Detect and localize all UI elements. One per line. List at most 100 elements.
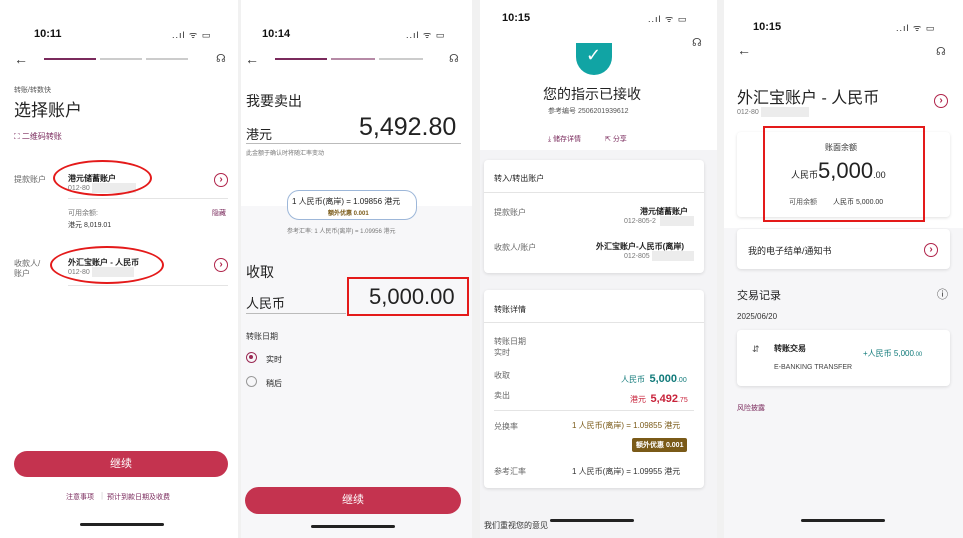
from-account-number: 012-805-2 [624,218,656,225]
sell-amount-input[interactable]: 5,492.80 [359,113,456,142]
success-title: 您的指示已接收 [543,86,641,102]
home-indicator [311,525,395,528]
record-title: 转账交易 [774,344,806,353]
account-title: 外汇宝账户 - 人民币 [737,90,880,107]
rate-value: 1 人民币(离岸) = 1.09855 港元 [572,421,681,430]
details-header: 转账详情 [494,305,526,314]
transfer-icon: ⇵ [752,344,760,354]
payee-account-number: 012-805 [624,253,650,260]
hide-balance-link[interactable]: 隐藏 [212,208,226,218]
chevron-right-icon[interactable]: › [934,94,948,108]
receive-title: 收取 [246,264,274,280]
radio-now[interactable] [246,352,257,363]
progress-step-active [275,58,327,60]
screen-confirmation: 10:15 ..ıl ᯤ ▭ ☊ ✓ 您的指示已接收 参考编号 25062019… [480,0,717,538]
headset-icon[interactable]: ☊ [216,52,226,65]
progress-step [379,58,423,60]
record-amount-decimal: .00 [913,352,923,358]
progress-step-active [331,58,375,60]
rate-promo-badge: 额外优惠 0.001 [632,438,688,452]
save-details-label: 储存详情 [553,136,582,143]
breadcrumb: 转账/转数快 [14,87,51,94]
status-icons: ..ıl ᯤ ▭ [406,30,446,40]
sell-note: 此金额于确认时将随汇率变动 [246,151,325,157]
radio-later[interactable] [246,376,257,387]
headset-icon[interactable]: ☊ [692,36,702,49]
risk-disclosure-link[interactable]: 风险披露 [737,403,765,413]
sell-currency: 港元 [630,395,646,404]
transfer-date-label: 转账日期 [246,332,278,341]
qr-icon: ⛶ [14,132,22,141]
progress-step-active [44,58,96,60]
divider [68,285,228,286]
payee-label: 收款人/账户 [494,243,537,252]
home-indicator [550,519,634,522]
status-time: 10:11 [34,28,62,40]
chevron-right-icon[interactable]: › [924,243,938,257]
sell-decimal: .75 [677,397,688,404]
annotation-circle [50,246,164,284]
record-description: E-BANKING TRANSFER [774,364,853,371]
separator [472,0,480,538]
masked-number [660,216,694,226]
rate-text: 1 人民币(离岸) = 1.09856 港元 [292,197,401,206]
receive-decimal: .00 [676,377,687,384]
status-time: 10:14 [262,28,291,40]
statements-link[interactable]: 我的电子结单/通知书 [748,244,832,257]
back-arrow-icon[interactable]: ← [14,51,28,67]
divider [68,198,228,199]
record-date: 2025/06/20 [737,312,778,321]
ref-rate-label: 参考汇率 [494,467,526,476]
divider [494,410,694,411]
status-icons: ..ıl ᯤ ▭ [896,23,936,33]
masked-number [652,251,694,261]
share-link[interactable]: ⇱ 分享 [605,134,627,144]
option-now-label: 实时 [266,355,282,364]
annotation-box [347,277,469,316]
screen-amount: 10:14 ..ıl ᯤ ▭ ← ☊ 我要卖出 港元 5,492.80 此金额于… [241,0,472,538]
fees-link[interactable]: 预计到款日期及收费 [107,492,170,502]
from-label: 提款账户 [494,208,526,217]
notes-link[interactable]: 注意事项 [66,492,94,502]
continue-button[interactable]: 继续 [14,451,228,477]
rate-label: 兑换率 [494,422,518,431]
reference-rate: 参考汇率: 1 人民币(离岸) = 1.09956 港元 [287,229,396,235]
record-amount-value: +人民币 5,000 [863,349,914,358]
sell-currency[interactable]: 港元 [246,124,272,143]
status-icons: ..ıl ᯤ ▭ [172,30,212,40]
back-arrow-icon[interactable]: ← [737,42,751,58]
headset-icon[interactable]: ☊ [449,52,459,65]
receive-currency[interactable]: 人民币 [246,293,285,312]
home-indicator [801,519,885,522]
info-icon[interactable]: ⓘ [937,286,948,302]
progress-step [146,58,188,60]
from-account-label: 提款账户 [14,175,46,184]
save-details-link[interactable]: ⤓ 储存详情 [548,134,581,144]
progress-step [100,58,142,60]
sell-label: 卖出 [494,391,510,400]
transfer-date-label: 转账日期 [494,337,526,346]
payee-label-line2: 账户 [14,269,30,278]
receive-amount: 人民币 5,000.00 [621,369,687,387]
continue-button[interactable]: 继续 [245,487,461,514]
screen-select-account: 10:11 ..ıl ᯤ ▭ ← ☊ 转账/转数快 选择账户 ⛶ 二维码转账 提… [0,0,238,538]
annotation-circle [53,160,152,196]
ref-rate-value: 1 人民币(离岸) = 1.09955 港元 [572,467,681,476]
account-number: 012-80 [737,109,759,116]
sell-title: 我要卖出 [246,93,302,109]
qr-transfer-label: 二维码转账 [21,132,62,141]
receive-currency: 人民币 [621,375,645,384]
link-divider: | [101,491,104,500]
chevron-right-icon[interactable]: › [214,258,228,272]
divider [484,192,704,193]
headset-icon[interactable]: ☊ [936,45,946,58]
chevron-right-icon[interactable]: › [214,173,228,187]
available-balance-label: 可用余额: [68,210,98,217]
qr-transfer-link[interactable]: ⛶ 二维码转账 [14,131,62,142]
transfer-date-value: 实时 [494,348,510,357]
available-balance-value: 港元 8,019.01 [68,222,112,229]
rate-promo: 额外优惠 0.001 [328,211,369,217]
back-arrow-icon[interactable]: ← [245,51,259,67]
home-indicator [80,523,164,526]
receive-label: 收取 [494,371,510,380]
